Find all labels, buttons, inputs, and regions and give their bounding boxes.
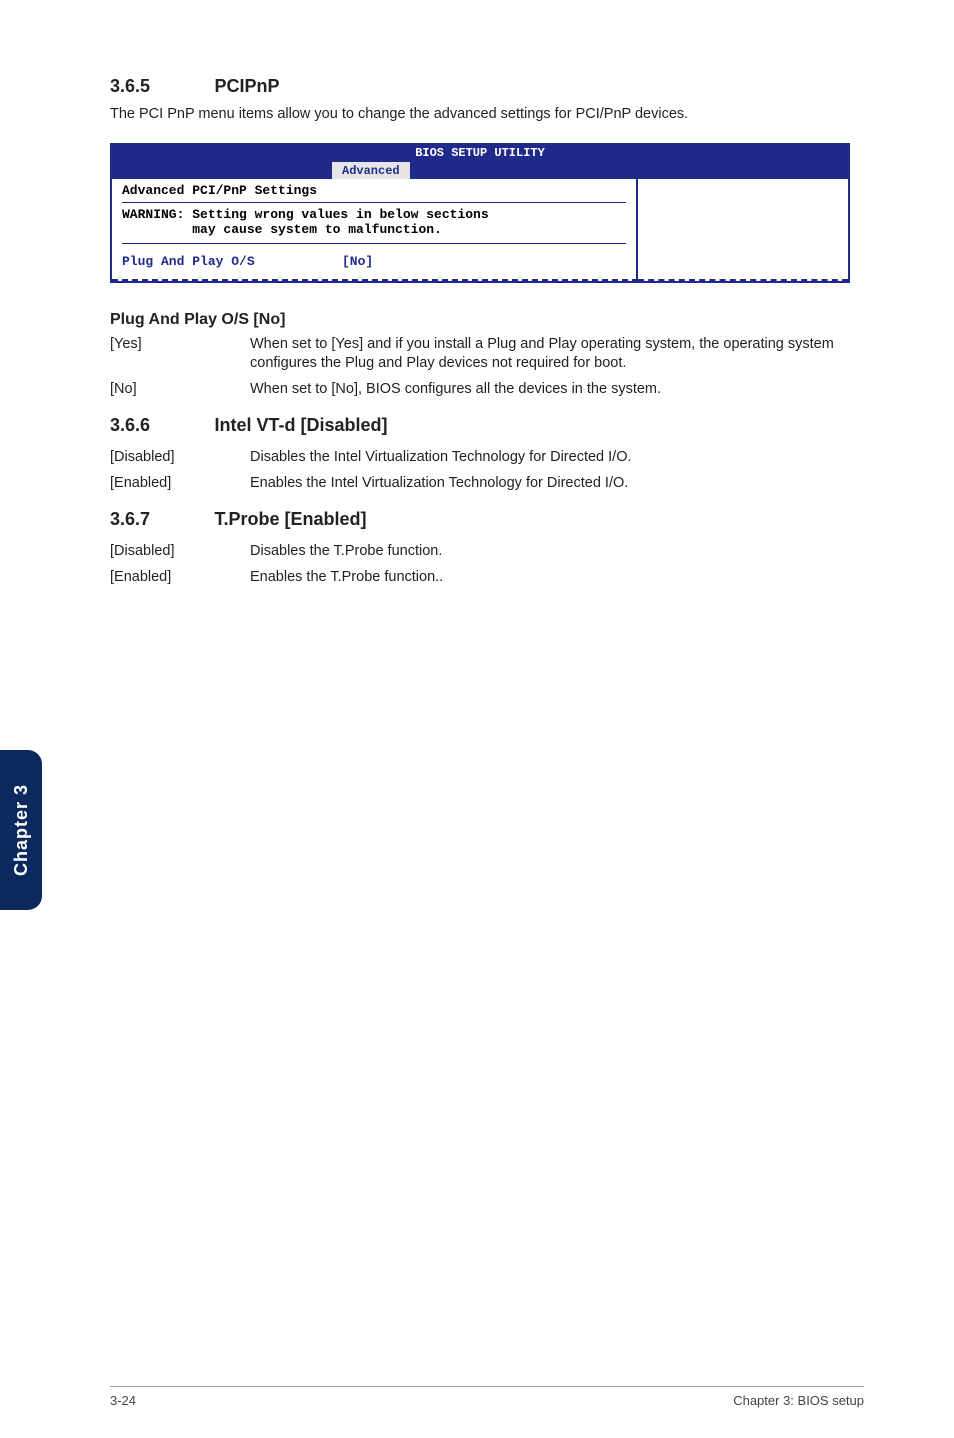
section-intro-365: The PCI PnP menu items allow you to chan… [110, 105, 864, 125]
bios-item-label: Plug And Play O/S [122, 254, 342, 269]
bios-right-panel [638, 179, 848, 281]
tprobe-disabled-def: Disables the T.Probe function. [250, 542, 864, 562]
section-number-366: 3.6.6 [110, 415, 210, 436]
plugplay-no-term: [No] [110, 380, 250, 400]
bios-tab-advanced[interactable]: Advanced [332, 161, 410, 179]
plugplay-heading: Plug And Play O/S [No] [110, 311, 864, 329]
vtd-enabled-term: [Enabled] [110, 474, 250, 494]
vtd-enabled-def: Enables the Intel Virtualization Technol… [250, 474, 864, 494]
bios-panel-heading: Advanced PCI/PnP Settings [122, 183, 626, 203]
bios-header: BIOS SETUP UTILITY [112, 145, 848, 161]
vtd-disabled-term: [Disabled] [110, 448, 250, 468]
bios-item-plug-and-play[interactable]: Plug And Play O/S [No] [122, 254, 626, 269]
bios-warning-text: WARNING: Setting wrong values in below s… [122, 207, 626, 244]
section-number-365: 3.6.5 [110, 76, 210, 97]
bios-tab-row: Advanced [112, 161, 848, 179]
section-title-366: Intel VT-d [Disabled] [214, 415, 387, 435]
section-title-367: T.Probe [Enabled] [214, 509, 366, 529]
tprobe-disabled-term: [Disabled] [110, 542, 250, 562]
vtd-disabled-def: Disables the Intel Virtualization Techno… [250, 448, 864, 468]
chapter-sidebar-label: Chapter 3 [11, 784, 32, 876]
footer-page-number: 3-24 [110, 1393, 136, 1408]
chapter-sidebar-tab: Chapter 3 [0, 750, 42, 910]
plugplay-no-def: When set to [No], BIOS configures all th… [250, 380, 864, 400]
tprobe-enabled-def: Enables the T.Probe function.. [250, 568, 864, 588]
footer-chapter-label: Chapter 3: BIOS setup [733, 1393, 864, 1408]
bios-setup-box: BIOS SETUP UTILITY Advanced Advanced PCI… [110, 143, 850, 283]
bios-item-value: [No] [342, 254, 373, 269]
section-title-365: PCIPnP [214, 76, 279, 96]
page-footer: 3-24 Chapter 3: BIOS setup [110, 1386, 864, 1408]
plugplay-yes-term: [Yes] [110, 335, 250, 374]
tprobe-enabled-term: [Enabled] [110, 568, 250, 588]
section-number-367: 3.6.7 [110, 509, 210, 530]
plugplay-yes-def: When set to [Yes] and if you install a P… [250, 335, 864, 374]
